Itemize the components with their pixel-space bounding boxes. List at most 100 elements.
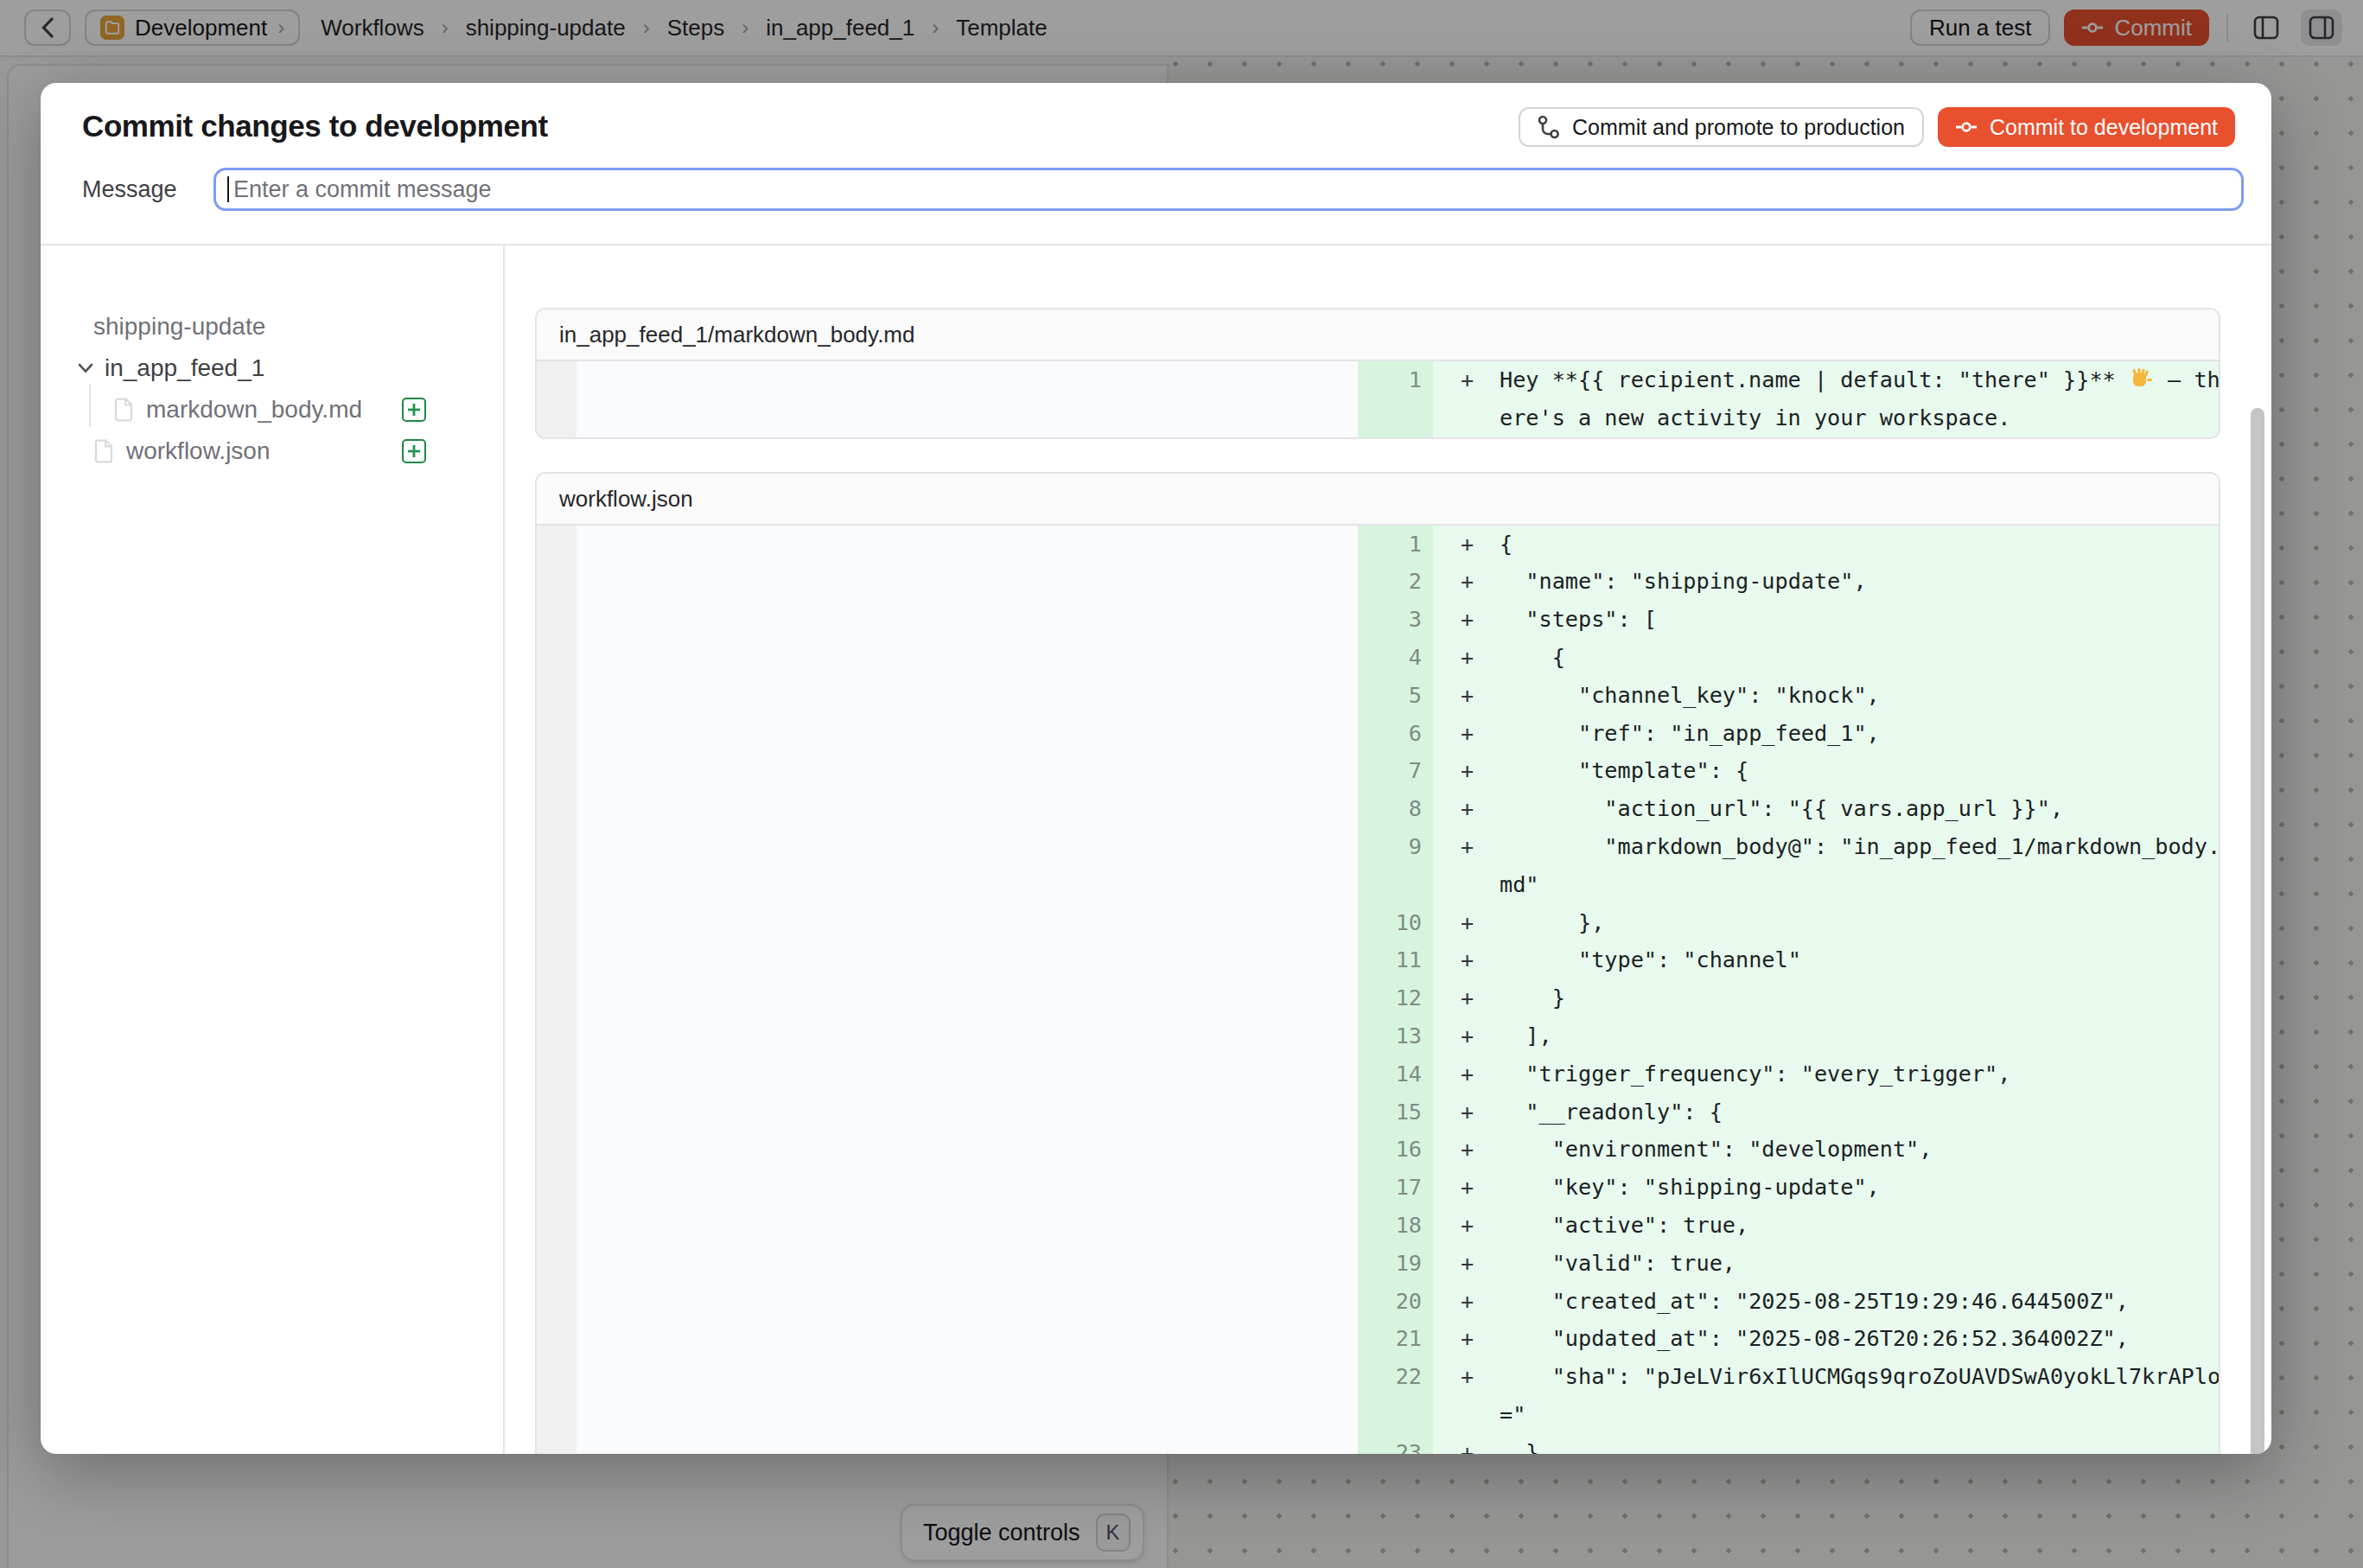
diff-old-gutter bbox=[537, 677, 576, 715]
diff-new-side: + "name": "shipping-update", bbox=[1433, 563, 2220, 601]
modal-scrollbar[interactable] bbox=[2251, 408, 2264, 1454]
diff-line-number: 15 bbox=[1358, 1093, 1433, 1131]
commit-modal: Commit changes to development Commit and… bbox=[41, 83, 2271, 1454]
diff-add-sign: + bbox=[1461, 526, 1474, 564]
tree-file-label: workflow.json bbox=[126, 437, 271, 465]
diff-line-text: "active": true, bbox=[1500, 1207, 2220, 1245]
diff-line: 18+ "active": true, bbox=[537, 1207, 2219, 1245]
diff-added-badge bbox=[402, 439, 426, 463]
diff-old-gutter bbox=[537, 1207, 576, 1245]
diff-line-text: "__readonly": { bbox=[1500, 1093, 2220, 1131]
diff-line-text: "steps": [ bbox=[1500, 601, 2220, 639]
diff-old-side bbox=[576, 715, 1358, 753]
diff-line: 17+ "key": "shipping-update", bbox=[537, 1169, 2219, 1207]
diff-line-number: 1 bbox=[1358, 526, 1433, 564]
diff-add-sign: + bbox=[1461, 1434, 1474, 1454]
diff-line-number: 2 bbox=[1358, 563, 1433, 601]
diff-add-sign: + bbox=[1461, 1358, 1474, 1396]
diff-line: 8+ "action_url": "{{ vars.app_url }}", bbox=[537, 790, 2219, 828]
diff-new-side: + "valid": true, bbox=[1433, 1245, 2220, 1283]
diff-new-side: +{ bbox=[1433, 526, 2220, 564]
commit-to-development-button[interactable]: Commit to development bbox=[1938, 107, 2235, 147]
diff-old-gutter bbox=[537, 715, 576, 753]
diff-line-text: }, bbox=[1500, 904, 2220, 942]
diff-old-gutter bbox=[537, 639, 576, 677]
promote-icon bbox=[1538, 115, 1560, 139]
diff-line-number: 19 bbox=[1358, 1245, 1433, 1283]
diff-line-number: 14 bbox=[1358, 1055, 1433, 1093]
diff-old-gutter bbox=[537, 1283, 576, 1321]
diff-old-gutter bbox=[537, 752, 576, 790]
diff-old-side bbox=[576, 1283, 1358, 1321]
modal-body: shipping-update in_app_feed_1 markdown_b… bbox=[41, 245, 2271, 1454]
diff-line-number: 11 bbox=[1358, 941, 1433, 979]
diff-new-side: + "template": { bbox=[1433, 752, 2220, 790]
tree-item-folder[interactable]: in_app_feed_1 bbox=[41, 347, 503, 389]
diff-new-side: + "steps": [ bbox=[1433, 601, 2220, 639]
diff-new-side: + "updated_at": "2025-08-26T20:26:52.364… bbox=[1433, 1320, 2220, 1358]
diff-added-badge bbox=[402, 398, 426, 422]
diff-card: in_app_feed_1/markdown_body.md1+Hey **{{… bbox=[535, 308, 2220, 439]
diff-line-text: "channel_key": "knock", bbox=[1500, 677, 2220, 715]
diff-line-text: "ref": "in_app_feed_1", bbox=[1500, 715, 2220, 753]
diff-old-side bbox=[576, 1169, 1358, 1207]
diff-new-side: +Hey **{{ recipient.name | default: "the… bbox=[1433, 361, 2220, 437]
diff-old-side bbox=[576, 941, 1358, 979]
diff-old-gutter bbox=[537, 904, 576, 942]
diff-line: 1+{ bbox=[537, 526, 2219, 564]
diff-line-text: "updated_at": "2025-08-26T20:26:52.36400… bbox=[1500, 1320, 2220, 1358]
diff-file-name: workflow.json bbox=[537, 474, 2219, 526]
diff-add-sign: + bbox=[1461, 1283, 1474, 1321]
app: Development › Workflows›shipping-update›… bbox=[0, 0, 2363, 1568]
diff-line-number: 20 bbox=[1358, 1283, 1433, 1321]
diff-old-gutter bbox=[537, 526, 576, 564]
diff-line-number: 5 bbox=[1358, 677, 1433, 715]
tree-root-label: shipping-update bbox=[93, 313, 265, 341]
diff-old-gutter bbox=[537, 1093, 576, 1131]
diff-card: workflow.json1+{2+ "name": "shipping-upd… bbox=[535, 472, 2220, 1454]
diff-line: 16+ "environment": "development", bbox=[537, 1131, 2219, 1169]
diff-line-text: "valid": true, bbox=[1500, 1245, 2220, 1283]
diff-add-sign: + bbox=[1461, 941, 1474, 979]
diff-old-side bbox=[576, 526, 1358, 564]
diff-old-side bbox=[576, 1358, 1358, 1434]
diff-old-side bbox=[576, 790, 1358, 828]
file-tree: shipping-update in_app_feed_1 markdown_b… bbox=[41, 245, 505, 1454]
diff-new-side: + "trigger_frequency": "every_trigger", bbox=[1433, 1055, 2220, 1093]
tree-item-markdown-file[interactable]: markdown_body.md bbox=[41, 389, 503, 430]
diff-old-side bbox=[576, 1245, 1358, 1283]
diff-new-side: + "channel_key": "knock", bbox=[1433, 677, 2220, 715]
diff-body: 1+{2+ "name": "shipping-update",3+ "step… bbox=[537, 526, 2219, 1454]
diff-line: 1+Hey **{{ recipient.name | default: "th… bbox=[537, 361, 2219, 437]
diff-line-text: "name": "shipping-update", bbox=[1500, 563, 2220, 601]
chevron-down-icon bbox=[77, 360, 94, 377]
diff-old-side bbox=[576, 828, 1358, 904]
commit-promote-button[interactable]: Commit and promote to production bbox=[1519, 107, 1924, 147]
modal-title: Commit changes to development bbox=[82, 109, 548, 143]
diff-line-number: 22 bbox=[1358, 1358, 1433, 1434]
diff-line: 20+ "created_at": "2025-08-25T19:29:46.6… bbox=[537, 1283, 2219, 1321]
diff-new-side: + } bbox=[1433, 1434, 2220, 1454]
diff-old-side bbox=[576, 677, 1358, 715]
diff-add-sign: + bbox=[1461, 563, 1474, 601]
diff-new-side: + "type": "channel" bbox=[1433, 941, 2220, 979]
diff-line-text: "type": "channel" bbox=[1500, 941, 2220, 979]
tree-item-root[interactable]: shipping-update bbox=[41, 306, 503, 347]
diff-line: 3+ "steps": [ bbox=[537, 601, 2219, 639]
diff-line: 4+ { bbox=[537, 639, 2219, 677]
modal-header: Commit changes to development Commit and… bbox=[41, 83, 2271, 245]
tree-item-workflow-file[interactable]: workflow.json bbox=[41, 430, 503, 472]
diff-old-gutter bbox=[537, 361, 576, 437]
diff-add-sign: + bbox=[1461, 1131, 1474, 1169]
diff-old-gutter bbox=[537, 1358, 576, 1434]
diff-add-sign: + bbox=[1461, 677, 1474, 715]
diff-old-side bbox=[576, 1017, 1358, 1055]
diff-old-gutter bbox=[537, 1320, 576, 1358]
diff-line-number: 6 bbox=[1358, 715, 1433, 753]
diff-old-gutter bbox=[537, 790, 576, 828]
diff-old-side bbox=[576, 563, 1358, 601]
diff-new-side: + "key": "shipping-update", bbox=[1433, 1169, 2220, 1207]
diff-new-side: + "markdown_body@": "in_app_feed_1/markd… bbox=[1433, 828, 2220, 904]
diff-old-side bbox=[576, 1055, 1358, 1093]
commit-message-input[interactable] bbox=[213, 168, 2244, 211]
